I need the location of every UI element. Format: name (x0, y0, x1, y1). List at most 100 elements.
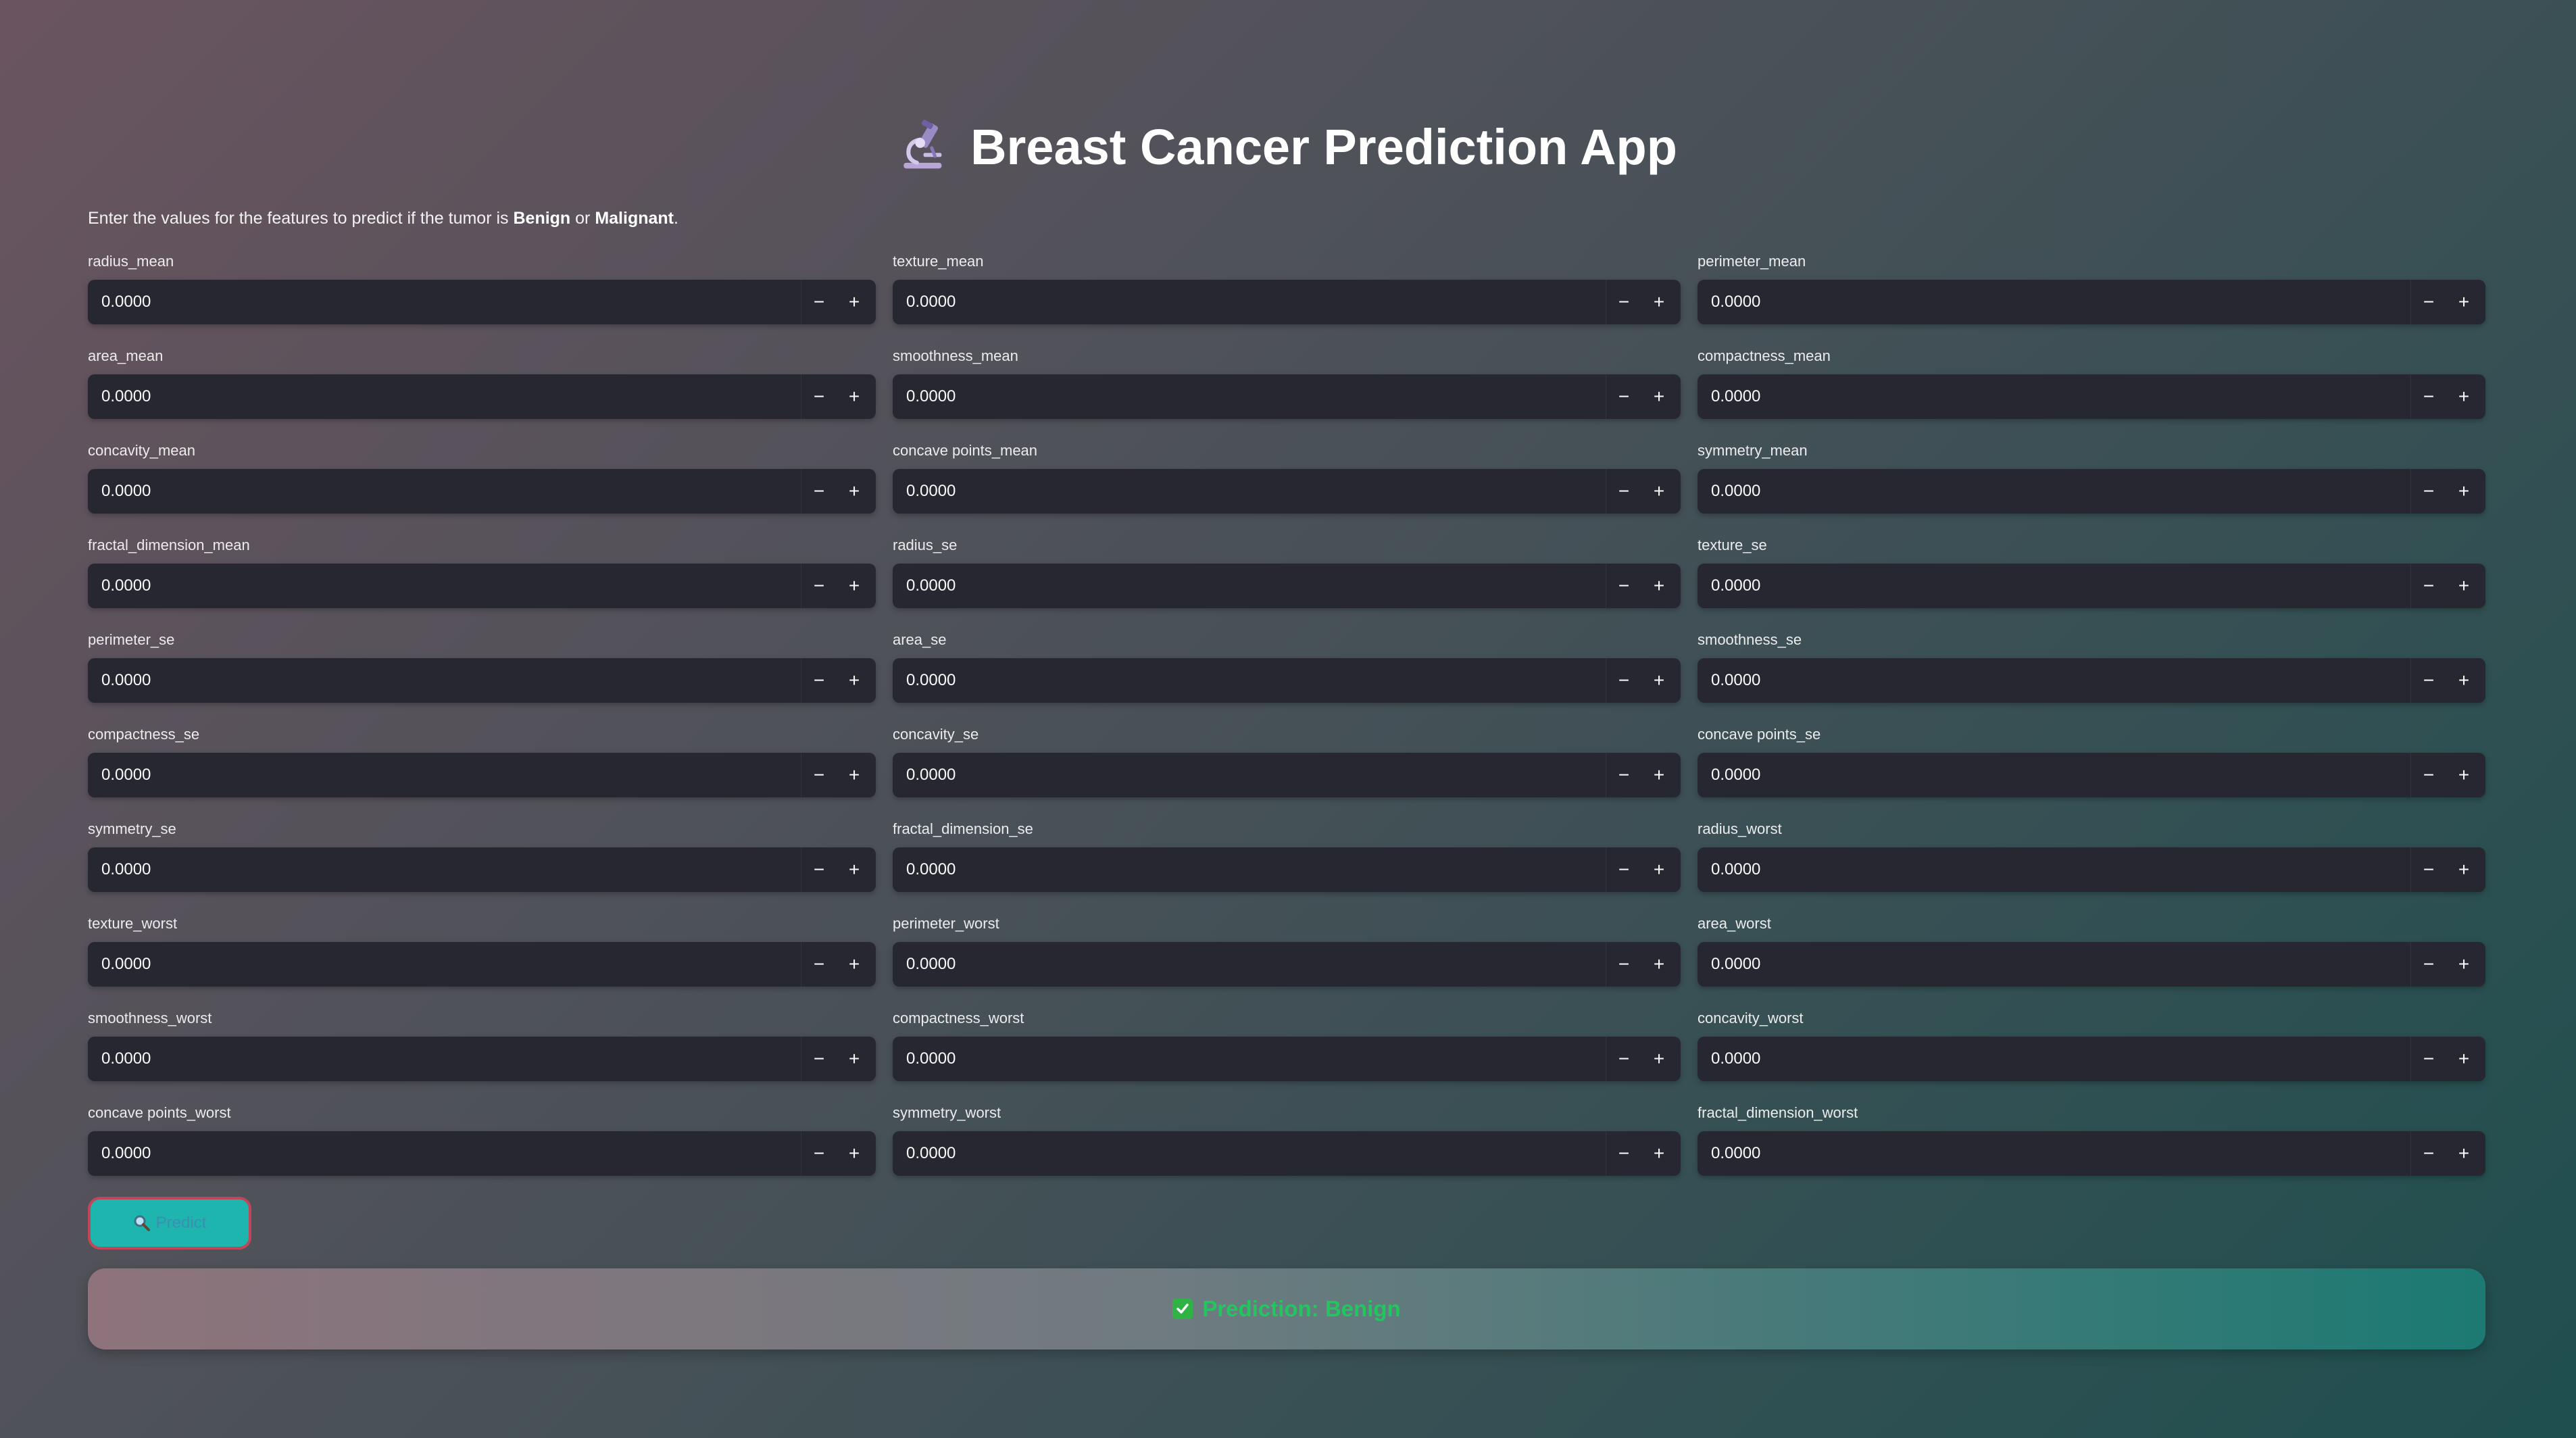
prediction-result: Prediction: Benign (1172, 1296, 1401, 1322)
increment-button[interactable]: + (2446, 469, 2481, 514)
increment-button[interactable]: + (2446, 847, 2481, 892)
feature-value-input[interactable] (1698, 847, 2410, 892)
increment-button[interactable]: + (2446, 374, 2481, 419)
decrement-button[interactable]: − (801, 753, 837, 797)
intro-text: Enter the values for the features to pre… (88, 207, 678, 230)
increment-button[interactable]: + (1641, 469, 1677, 514)
intro-benign: Benign (513, 209, 571, 228)
increment-button[interactable]: + (1641, 280, 1677, 324)
decrement-button[interactable]: − (801, 1131, 837, 1176)
feature-field: texture_worst −+ (88, 914, 876, 1008)
feature-value-input[interactable] (1698, 564, 2410, 608)
decrement-button[interactable]: − (1606, 942, 1641, 987)
feature-label: radius_se (893, 537, 958, 553)
feature-field: concave points_worst −+ (88, 1103, 876, 1197)
decrement-button[interactable]: − (2410, 280, 2446, 324)
feature-field: radius_mean −+ (88, 251, 876, 346)
increment-button[interactable]: + (1641, 564, 1677, 608)
feature-value-input[interactable] (1698, 753, 2410, 797)
feature-value-input[interactable] (893, 1131, 1606, 1176)
decrement-button[interactable]: − (2410, 564, 2446, 608)
feature-value-input[interactable] (88, 1037, 801, 1081)
increment-button[interactable]: + (837, 374, 872, 419)
increment-button[interactable]: + (2446, 753, 2481, 797)
increment-button[interactable]: + (2446, 1037, 2481, 1081)
feature-value-input[interactable] (1698, 374, 2410, 419)
feature-value-input[interactable] (893, 658, 1606, 703)
increment-button[interactable]: + (2446, 658, 2481, 703)
feature-value-input[interactable] (1698, 469, 2410, 514)
decrement-button[interactable]: − (801, 564, 837, 608)
increment-button[interactable]: + (837, 942, 872, 987)
increment-button[interactable]: + (1641, 753, 1677, 797)
decrement-button[interactable]: − (801, 847, 837, 892)
feature-value-input[interactable] (893, 564, 1606, 608)
feature-value-input[interactable] (88, 564, 801, 608)
increment-button[interactable]: + (2446, 1131, 2481, 1176)
increment-button[interactable]: + (1641, 942, 1677, 987)
decrement-button[interactable]: − (2410, 942, 2446, 987)
decrement-button[interactable]: − (801, 374, 837, 419)
increment-button[interactable]: + (837, 753, 872, 797)
increment-button[interactable]: + (2446, 564, 2481, 608)
feature-value-input[interactable] (893, 753, 1606, 797)
feature-value-input[interactable] (893, 847, 1606, 892)
decrement-button[interactable]: − (2410, 753, 2446, 797)
feature-value-input[interactable] (88, 1131, 801, 1176)
increment-button[interactable]: + (837, 564, 872, 608)
decrement-button[interactable]: − (801, 1037, 837, 1081)
decrement-button[interactable]: − (2410, 1037, 2446, 1081)
increment-button[interactable]: + (1641, 847, 1677, 892)
feature-value-input[interactable] (88, 469, 801, 514)
increment-button[interactable]: + (837, 469, 872, 514)
feature-value-input[interactable] (1698, 658, 2410, 703)
increment-button[interactable]: + (837, 658, 872, 703)
predict-button[interactable]: Predict (88, 1197, 251, 1249)
feature-value-input[interactable] (893, 280, 1606, 324)
increment-button[interactable]: + (1641, 658, 1677, 703)
decrement-button[interactable]: − (1606, 847, 1641, 892)
decrement-button[interactable]: − (2410, 847, 2446, 892)
feature-value-input[interactable] (1698, 1131, 2410, 1176)
decrement-button[interactable]: − (2410, 1131, 2446, 1176)
feature-value-input[interactable] (893, 942, 1606, 987)
feature-value-input[interactable] (1698, 280, 2410, 324)
feature-value-input[interactable] (893, 469, 1606, 514)
increment-button[interactable]: + (837, 280, 872, 324)
increment-button[interactable]: + (2446, 942, 2481, 987)
decrement-button[interactable]: − (1606, 374, 1641, 419)
decrement-button[interactable]: − (1606, 753, 1641, 797)
decrement-button[interactable]: − (1606, 1037, 1641, 1081)
feature-value-input[interactable] (88, 942, 801, 987)
decrement-button[interactable]: − (1606, 469, 1641, 514)
decrement-button[interactable]: − (1606, 564, 1641, 608)
increment-button[interactable]: + (837, 847, 872, 892)
decrement-button[interactable]: − (1606, 658, 1641, 703)
increment-button[interactable]: + (2446, 280, 2481, 324)
decrement-button[interactable]: − (1606, 1131, 1641, 1176)
feature-value-input[interactable] (88, 280, 801, 324)
feature-label: compactness_worst (893, 1010, 1024, 1026)
decrement-button[interactable]: − (1606, 280, 1641, 324)
increment-button[interactable]: + (1641, 1037, 1677, 1081)
decrement-button[interactable]: − (2410, 374, 2446, 419)
decrement-button[interactable]: − (2410, 658, 2446, 703)
decrement-button[interactable]: − (801, 658, 837, 703)
feature-value-input[interactable] (88, 658, 801, 703)
feature-value-input[interactable] (1698, 1037, 2410, 1081)
decrement-button[interactable]: − (801, 280, 837, 324)
increment-button[interactable]: + (1641, 374, 1677, 419)
decrement-button[interactable]: − (2410, 469, 2446, 514)
feature-value-input[interactable] (1698, 942, 2410, 987)
feature-value-input[interactable] (893, 374, 1606, 419)
decrement-button[interactable]: − (801, 469, 837, 514)
increment-button[interactable]: + (837, 1131, 872, 1176)
feature-value-input[interactable] (893, 1037, 1606, 1081)
increment-button[interactable]: + (837, 1037, 872, 1081)
feature-value-input[interactable] (88, 753, 801, 797)
feature-value-input[interactable] (88, 847, 801, 892)
feature-label: perimeter_mean (1698, 253, 1806, 270)
increment-button[interactable]: + (1641, 1131, 1677, 1176)
feature-value-input[interactable] (88, 374, 801, 419)
decrement-button[interactable]: − (801, 942, 837, 987)
